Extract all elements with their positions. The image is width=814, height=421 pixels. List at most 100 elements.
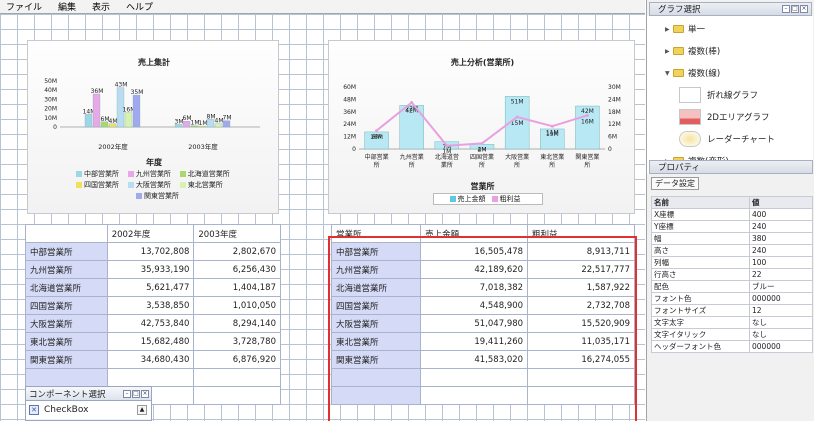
value-cell[interactable]: 2,802,670 bbox=[193, 242, 281, 261]
empty-cell[interactable] bbox=[330, 386, 422, 405]
row-label-cell[interactable]: 関東営業所 bbox=[330, 350, 422, 369]
property-value[interactable]: なし bbox=[749, 328, 813, 341]
value-cell[interactable]: 1,587,922 bbox=[527, 278, 635, 297]
value-cell[interactable]: 7,018,382 bbox=[420, 278, 529, 297]
menu-help[interactable]: ヘルプ bbox=[126, 0, 153, 13]
property-value[interactable]: 000000 bbox=[749, 292, 813, 305]
value-cell[interactable]: 6,876,920 bbox=[193, 350, 281, 369]
value-cell[interactable]: 42,189,620 bbox=[420, 260, 529, 279]
property-value[interactable]: 400 bbox=[749, 208, 813, 221]
row-label-cell[interactable]: 中部営業所 bbox=[25, 242, 108, 261]
value-cell[interactable]: 22,517,777 bbox=[527, 260, 635, 279]
table-row: 関東営業所 34,680,430 6,876,920 bbox=[25, 350, 281, 369]
empty-cell[interactable] bbox=[330, 368, 422, 387]
value-cell[interactable]: 35,933,190 bbox=[106, 260, 195, 279]
value-cell[interactable]: 8,294,140 bbox=[193, 314, 281, 333]
value-cell[interactable]: 42,753,840 bbox=[106, 314, 195, 333]
component-selection-panel[interactable]: コンポーネント選択 – □ × ✕ CheckBox ▲ bbox=[25, 386, 152, 421]
graph-type-tree[interactable]: ▶ 単一 ▶ 複数(棒) ▼ 複数(線) 折れ線グラフ 2Dエリアグラフ レーダーチャ… bbox=[647, 16, 813, 174]
menu-edit[interactable]: 編集 bbox=[58, 0, 76, 13]
empty-cell[interactable] bbox=[193, 368, 281, 387]
restore-icon[interactable]: □ bbox=[791, 5, 799, 13]
value-cell[interactable]: 11,035,171 bbox=[527, 332, 635, 351]
sales-summary-chart[interactable]: 売上集計 50M 40M 30M 20M 10M 0 14M 36M 6M 4M 43M 16M 35M… bbox=[27, 40, 279, 214]
value-cell[interactable]: 15,520,909 bbox=[527, 314, 635, 333]
value-cell[interactable]: 34,680,430 bbox=[106, 350, 195, 369]
empty-cell[interactable] bbox=[527, 386, 635, 405]
value-cell[interactable]: 16,505,478 bbox=[420, 242, 529, 261]
value-cell[interactable]: 51,047,980 bbox=[420, 314, 529, 333]
sales-by-office-table[interactable]: 営業所 売上金額 粗利益 中部営業所 16,505,478 8,913,711 九州営… bbox=[330, 224, 635, 405]
value-cell[interactable]: 19,411,260 bbox=[420, 332, 529, 351]
component-item-checkbox[interactable]: CheckBox bbox=[44, 405, 88, 415]
row-label-cell[interactable]: 四国営業所 bbox=[330, 296, 422, 315]
tree-node-multi-bar[interactable]: ▶ 複数(棒) bbox=[665, 44, 720, 58]
menu-view[interactable]: 表示 bbox=[92, 0, 110, 13]
property-value[interactable]: 380 bbox=[749, 232, 813, 245]
y-tick-label: 0 bbox=[352, 146, 356, 153]
value-cell[interactable]: 1,404,187 bbox=[193, 278, 281, 297]
value-cell[interactable]: 5,621,477 bbox=[106, 278, 195, 297]
property-titlebar[interactable]: プロパティ bbox=[649, 160, 813, 174]
row-label-cell[interactable]: 大阪営業所 bbox=[330, 314, 422, 333]
row-label-cell[interactable]: 四国営業所 bbox=[25, 296, 108, 315]
property-table[interactable]: 名前 値 X座標 400 Y座標 240 幅 380 高さ 240 列幅 100 行高さ 22 配色 ブル… bbox=[651, 196, 813, 353]
row-label-cell[interactable]: 東北営業所 bbox=[25, 332, 108, 351]
row-label-cell[interactable]: 九州営業所 bbox=[330, 260, 422, 279]
property-value[interactable]: 000000 bbox=[749, 340, 813, 353]
sales-analysis-chart[interactable]: 売上分析(営業所) 60M 48M 36M 24M 12M 0 30M 24M 18M 12M 6M… bbox=[328, 40, 635, 214]
panel-titlebar[interactable]: コンポーネント選択 – □ × bbox=[26, 387, 151, 401]
minimize-icon[interactable]: – bbox=[782, 5, 790, 13]
row-label-cell[interactable]: 中部営業所 bbox=[330, 242, 422, 261]
property-value[interactable]: 12 bbox=[749, 304, 813, 317]
property-value[interactable]: 240 bbox=[749, 220, 813, 233]
value-cell[interactable]: 15,682,480 bbox=[106, 332, 195, 351]
data-settings-button[interactable]: データ設定 bbox=[651, 177, 699, 190]
menu-file[interactable]: ファイル bbox=[6, 0, 42, 13]
tree-node-single[interactable]: ▶ 単一 bbox=[665, 22, 705, 36]
value-cell[interactable]: 1,010,050 bbox=[193, 296, 281, 315]
scroll-up-button[interactable]: ▲ bbox=[137, 405, 147, 415]
row-label-cell[interactable]: 大阪営業所 bbox=[25, 314, 108, 333]
empty-cell[interactable] bbox=[527, 368, 635, 387]
tree-leaf-2d-area-graph[interactable]: 2Dエリアグラフ bbox=[679, 108, 770, 126]
value-cell[interactable]: 3,538,850 bbox=[106, 296, 195, 315]
row-label-cell[interactable]: 北海道営業所 bbox=[25, 278, 108, 297]
close-icon[interactable]: × bbox=[800, 5, 808, 13]
tree-node-multi-line[interactable]: ▼ 複数(線) bbox=[665, 66, 720, 80]
value-cell[interactable]: 3,728,780 bbox=[193, 332, 281, 351]
empty-cell[interactable] bbox=[25, 368, 108, 387]
design-canvas[interactable]: 売上集計 50M 40M 30M 20M 10M 0 14M 36M 6M 4M 43M 16M 35M… bbox=[0, 14, 645, 421]
tree-leaf-line-graph[interactable]: 折れ線グラフ bbox=[679, 86, 758, 104]
empty-cell[interactable] bbox=[193, 386, 281, 405]
property-value[interactable]: ブルー bbox=[749, 280, 813, 293]
value-cell[interactable]: 8,913,711 bbox=[527, 242, 635, 261]
close-icon[interactable]: × bbox=[141, 389, 149, 398]
graph-select-titlebar[interactable]: グラフ選択 – □ × bbox=[649, 2, 812, 16]
value-cell[interactable]: 13,702,808 bbox=[106, 242, 195, 261]
sales-by-year-table[interactable]: 2002年度 2003年度 中部営業所 13,702,808 2,802,670 九州… bbox=[25, 224, 281, 405]
empty-cell[interactable] bbox=[106, 368, 195, 387]
row-label-cell[interactable]: 関東営業所 bbox=[25, 350, 108, 369]
tree-leaf-radar-chart[interactable]: レーダーチャート bbox=[679, 130, 775, 148]
minimize-icon[interactable]: – bbox=[123, 389, 131, 398]
row-label-cell[interactable]: 九州営業所 bbox=[25, 260, 108, 279]
restore-icon[interactable]: □ bbox=[132, 389, 140, 398]
empty-cell[interactable] bbox=[420, 368, 529, 387]
value-cell[interactable]: 4,548,900 bbox=[420, 296, 529, 315]
row-label-cell[interactable]: 北海道営業所 bbox=[330, 278, 422, 297]
value-cell[interactable]: 6,256,430 bbox=[193, 260, 281, 279]
value-cell[interactable]: 41,583,020 bbox=[420, 350, 529, 369]
property-value[interactable]: 100 bbox=[749, 256, 813, 269]
x-tick-label: 所 bbox=[549, 161, 555, 169]
property-value[interactable]: なし bbox=[749, 316, 813, 329]
empty-cell[interactable] bbox=[420, 386, 529, 405]
table-row bbox=[330, 386, 635, 405]
value-cell[interactable]: 16,274,055 bbox=[527, 350, 635, 369]
property-value[interactable]: 240 bbox=[749, 244, 813, 257]
property-value[interactable]: 22 bbox=[749, 268, 813, 281]
row-label-cell[interactable]: 東北営業所 bbox=[330, 332, 422, 351]
property-name: Y座標 bbox=[651, 220, 750, 233]
value-cell[interactable]: 2,732,708 bbox=[527, 296, 635, 315]
y-tick-label: 36M bbox=[343, 109, 356, 116]
